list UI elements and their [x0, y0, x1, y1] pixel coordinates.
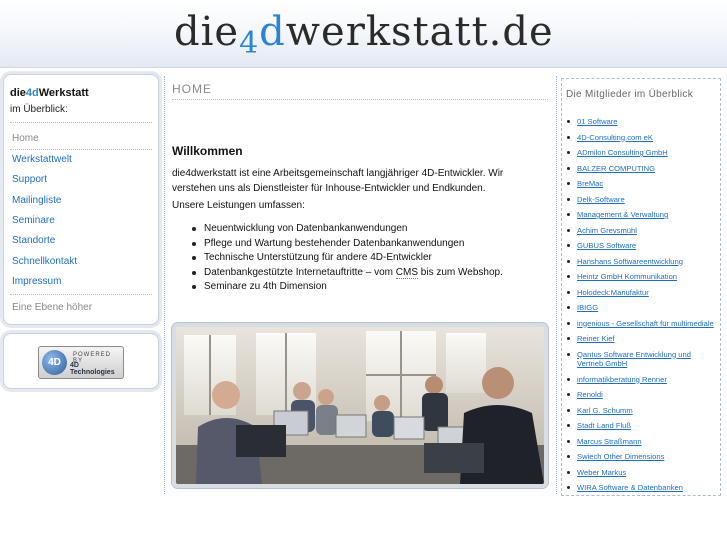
member-item: Delk-Software [565, 195, 715, 205]
sidebar-subtitle: im Überblick: [10, 104, 68, 115]
logo-four: 4 [239, 26, 260, 61]
sidebar-item-home[interactable]: Home [12, 133, 39, 144]
member-link[interactable]: BALZER COMPUTING [577, 164, 655, 173]
intro-text: die4dwerkstatt ist eine Arbeitsgemeinsch… [172, 168, 504, 194]
logo-suffix: werkstatt.de [285, 9, 554, 55]
member-link[interactable]: Hanshans Softwareentwicklung [577, 257, 683, 266]
4d-logo-icon: 4D [42, 350, 67, 375]
site-logo[interactable]: die4dwerkstatt.de [174, 4, 554, 61]
member-link[interactable]: 01 Software [577, 117, 618, 126]
seminar-photo-image [176, 327, 544, 484]
member-link[interactable]: Swiech Other Dimensions [577, 452, 664, 461]
seminar-photo [172, 323, 548, 488]
site-header: die4dwerkstatt.de [0, 0, 727, 68]
service-web-post: bis zum Webshop. [418, 266, 503, 278]
powered-by-box: 4D POWERED BY 4D Technologies [3, 333, 159, 389]
member-item: Hanshans Softwareentwicklung [565, 257, 715, 267]
cms-abbr[interactable]: CMS [395, 266, 419, 279]
sidebar-divider [10, 122, 152, 123]
members-panel: Die Mitglieder im Überblick 01 Software … [561, 78, 721, 496]
member-link[interactable]: Weber Markus [577, 468, 626, 477]
member-link[interactable]: Heintz GmbH Kommunikation [577, 272, 677, 281]
breadcrumb: HOME [172, 82, 548, 100]
member-item: IBIGG [565, 303, 715, 313]
logo-d: d [259, 9, 286, 55]
sidebar-divider [10, 149, 152, 150]
member-link[interactable]: informatikberatung Renner [577, 375, 667, 384]
member-item: informatikberatung Renner [565, 375, 715, 385]
list-item: Seminare zu 4th Dimension [192, 280, 503, 295]
member-item: ADmilon Consulting GmbH [565, 148, 715, 158]
page-title: Willkommen [172, 144, 243, 158]
member-item: Achim Grevsmühl [565, 226, 715, 236]
member-link[interactable]: Delk-Software [577, 195, 625, 204]
members-list: 01 Software 4D-Consulting.com eK ADmilon… [565, 117, 715, 499]
member-item: Renoldi [565, 390, 715, 400]
list-item: Pflege und Wartung bestehender Datenbank… [192, 237, 503, 252]
member-item: Karl G. Schumm [565, 406, 715, 416]
list-item: Neuentwicklung von Datenbankanwendungen [192, 222, 503, 237]
services-label: Unsere Leistungen umfassen: [172, 200, 305, 211]
brand-post: Werkstatt [38, 87, 89, 99]
member-item: Heintz GmbH Kommunikation [565, 272, 715, 282]
member-link[interactable]: ADmilon Consulting GmbH [577, 148, 668, 157]
services-list: Neuentwicklung von Datenbankanwendungen … [192, 222, 503, 295]
main-content: HOME Willkommen die4dwerkstatt ist eine … [172, 82, 548, 292]
left-separator [164, 76, 165, 494]
sidebar-item-schnellkontakt[interactable]: Schnellkontakt [12, 256, 77, 267]
member-item: ingenious - Gesellschaft für multimedial… [565, 319, 715, 329]
member-item: 01 Software [565, 117, 715, 127]
member-link[interactable]: Marcus Straßmann [577, 437, 642, 446]
service-web-pre: Datenbankgestützte Internetauftritte – v… [204, 266, 396, 278]
member-link[interactable]: Reiner Kief [577, 334, 615, 343]
member-link[interactable]: 4D-Consulting.com eK [577, 133, 653, 142]
member-item: 4D-Consulting.com eK [565, 133, 715, 143]
powered-by-4d-badge[interactable]: 4D POWERED BY 4D Technologies [38, 346, 124, 379]
member-link[interactable]: IBIGG [577, 303, 598, 312]
member-link[interactable]: Karl G. Schumm [577, 406, 633, 415]
member-item: Marcus Straßmann [565, 437, 715, 447]
member-item: Holodeck:Manufaktur [565, 288, 715, 298]
member-link[interactable]: Qantus Software Entwicklung und Vertrieb… [577, 350, 691, 369]
brand-hl: 4d [25, 87, 39, 99]
member-link[interactable]: Management & Verwaltung [577, 210, 668, 219]
member-item: Stadt Land Fluß [565, 421, 715, 431]
sidebar-nav: die4dWerkstatt im Überblick: Home Werkst… [3, 74, 159, 325]
member-item: BALZER COMPUTING [565, 164, 715, 174]
list-item: Datenbankgestützte Internetauftritte – v… [192, 266, 503, 281]
member-link[interactable]: Stadt Land Fluß [577, 421, 631, 430]
member-link[interactable]: BreMac [577, 179, 603, 188]
sidebar-item-impressum[interactable]: Impressum [12, 276, 61, 287]
sidebar-item-support[interactable]: Support [12, 174, 47, 185]
list-item: Technische Unterstützung für andere 4D-E… [192, 251, 503, 266]
sidebar-item-standorte[interactable]: Standorte [12, 235, 55, 246]
powered-by-line2: 4D Technologies [70, 362, 115, 376]
member-item: Swiech Other Dimensions [565, 452, 715, 462]
sidebar-item-mailingliste[interactable]: Mailingliste [12, 195, 61, 206]
sidebar-divider [10, 294, 152, 295]
member-link[interactable]: Holodeck:Manufaktur [577, 288, 649, 297]
member-link[interactable]: GUBUS Software [577, 241, 636, 250]
member-item: BreMac [565, 179, 715, 189]
sidebar-item-up[interactable]: Eine Ebene höher [12, 302, 92, 313]
right-separator [556, 76, 557, 494]
logo-prefix: die [174, 9, 240, 55]
sidebar-item-werkstattwelt[interactable]: Werkstattwelt [12, 154, 72, 165]
member-item: Management & Verwaltung [565, 210, 715, 220]
member-link[interactable]: Renoldi [577, 390, 603, 399]
member-link[interactable]: WIRA Software & Datenbanken [577, 483, 683, 492]
brand-pre: die [10, 87, 26, 99]
member-item: Weber Markus [565, 468, 715, 478]
member-item: WIRA Software & Datenbanken [565, 483, 715, 493]
members-title: Die Mitglieder im Überblick [566, 89, 694, 100]
member-item: Reiner Kief [565, 334, 715, 344]
sidebar-brand: die4dWerkstatt [10, 87, 89, 99]
member-item: Qantus Software Entwicklung und Vertrieb… [565, 350, 715, 369]
member-link[interactable]: Achim Grevsmühl [577, 226, 637, 235]
member-link[interactable]: ingenious - Gesellschaft für multimedial… [577, 319, 714, 328]
member-item: GUBUS Software [565, 241, 715, 251]
sidebar-item-seminare[interactable]: Seminare [12, 215, 55, 226]
